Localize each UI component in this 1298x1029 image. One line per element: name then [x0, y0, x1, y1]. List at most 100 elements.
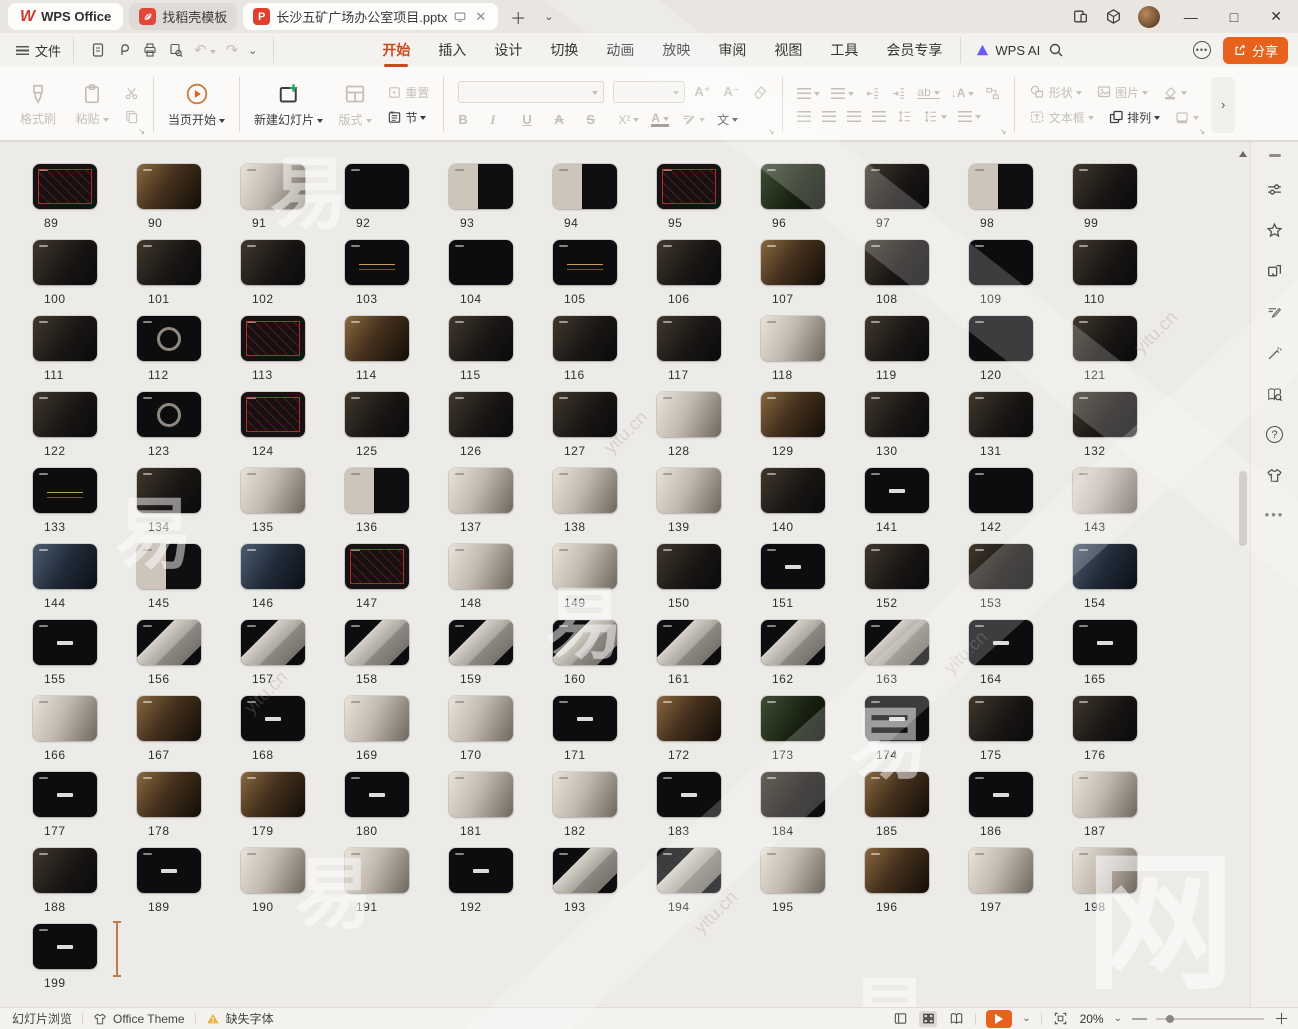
slide-thumbnail[interactable] — [1073, 240, 1137, 285]
picture-button[interactable]: 图片 — [1096, 84, 1148, 101]
slide-thumbnail[interactable] — [761, 240, 825, 285]
slide-thumbnail[interactable] — [241, 772, 305, 817]
slide-thumbnail[interactable] — [345, 848, 409, 893]
slide-thumbnail[interactable] — [241, 544, 305, 589]
new-slide-button[interactable]: 新建幻灯片 — [254, 82, 323, 128]
slide-thumbnail[interactable] — [1073, 544, 1137, 589]
ribbon-expand-button[interactable]: › — [1211, 77, 1235, 133]
scroll-up-icon[interactable] — [1239, 147, 1247, 157]
slide-thumbnail[interactable] — [969, 316, 1033, 361]
save-icon[interactable] — [90, 42, 106, 58]
slide-thumbnail[interactable] — [865, 544, 929, 589]
shape-fill-button[interactable] — [1162, 84, 1187, 100]
research-icon[interactable] — [1266, 385, 1284, 403]
slide-thumbnail[interactable] — [345, 316, 409, 361]
slide-thumbnail[interactable] — [553, 240, 617, 285]
strike-a-button[interactable]: A — [554, 112, 574, 127]
justify-icon[interactable] — [872, 111, 886, 122]
slide-thumbnail[interactable] — [345, 620, 409, 665]
slide-thumbnail[interactable] — [241, 848, 305, 893]
slide-thumbnail[interactable] — [33, 164, 97, 209]
close-window-button[interactable]: ✕ — [1262, 8, 1290, 25]
slide-thumbnail[interactable] — [345, 240, 409, 285]
menu-tab-视图[interactable]: 视图 — [762, 36, 814, 64]
assistant-icon[interactable]: ••• — [1193, 41, 1211, 59]
slide-thumbnail[interactable] — [553, 392, 617, 437]
pages-panel-icon[interactable] — [1266, 262, 1284, 280]
normal-view-button[interactable] — [891, 1011, 909, 1027]
zoom-out-button[interactable]: — — [1132, 1010, 1146, 1027]
menu-tab-审阅[interactable]: 审阅 — [706, 36, 758, 64]
slide-thumbnail[interactable] — [449, 620, 513, 665]
slide-thumbnail[interactable] — [1073, 316, 1137, 361]
present-to-screen-icon[interactable] — [453, 10, 467, 24]
slide-thumbnail[interactable] — [553, 848, 617, 893]
layout-button[interactable]: 版式 — [333, 82, 377, 128]
slide-thumbnail[interactable] — [865, 468, 929, 513]
slide-thumbnail[interactable] — [345, 392, 409, 437]
increase-font-icon[interactable]: A⁺ — [694, 84, 714, 100]
slide-thumbnail[interactable] — [241, 392, 305, 437]
play-options-chevron-icon[interactable]: ⌄ — [1022, 1013, 1030, 1024]
print-preview-icon[interactable] — [168, 42, 184, 58]
tab-document[interactable]: P 长沙五矿广场办公室项目.pptx ✕ — [243, 3, 498, 30]
font-name-combobox[interactable] — [458, 81, 604, 103]
menu-tab-放映[interactable]: 放映 — [650, 36, 702, 64]
cut-icon[interactable] — [124, 86, 139, 101]
slideshow-play-button[interactable] — [986, 1010, 1012, 1028]
slide-thumbnail[interactable] — [137, 848, 201, 893]
slide-thumbnail[interactable] — [865, 240, 929, 285]
signature-icon[interactable] — [1266, 303, 1284, 321]
slide-thumbnail[interactable] — [657, 696, 721, 741]
font-color-button[interactable]: A — [651, 112, 669, 127]
slide-thumbnail[interactable] — [969, 392, 1033, 437]
menu-tab-设计[interactable]: 设计 — [482, 36, 534, 64]
slide-thumbnail[interactable] — [449, 392, 513, 437]
slide-thumbnail[interactable] — [137, 164, 201, 209]
slide-thumbnail[interactable] — [1073, 772, 1137, 817]
slide-thumbnail[interactable] — [553, 544, 617, 589]
slide-thumbnail[interactable] — [449, 316, 513, 361]
format-painter-button[interactable]: 格式刷 — [16, 83, 60, 127]
italic-button[interactable]: I — [490, 112, 510, 128]
slide-thumbnail[interactable] — [761, 164, 825, 209]
slide-thumbnail[interactable] — [865, 164, 929, 209]
slide-thumbnail[interactable] — [969, 164, 1033, 209]
new-tab-button[interactable]: ＋ — [504, 5, 532, 29]
slide-thumbnail[interactable] — [241, 316, 305, 361]
menu-tab-切换[interactable]: 切换 — [538, 36, 590, 64]
slide-thumbnail[interactable] — [449, 696, 513, 741]
copy-icon[interactable] — [124, 109, 139, 124]
slide-thumbnail[interactable] — [1073, 392, 1137, 437]
theme-indicator[interactable]: Office Theme — [83, 1012, 195, 1026]
slide-thumbnail[interactable] — [657, 544, 721, 589]
slide-thumbnail[interactable] — [33, 392, 97, 437]
slide-thumbnail[interactable] — [865, 316, 929, 361]
slide-thumbnail[interactable] — [345, 164, 409, 209]
slide-thumbnail[interactable] — [657, 848, 721, 893]
increase-indent-icon[interactable] — [891, 86, 906, 101]
undo-icon[interactable]: ↶ — [194, 41, 216, 59]
vertical-scrollbar[interactable] — [1236, 142, 1250, 1007]
slide-thumbnail[interactable] — [553, 696, 617, 741]
slide-thumbnail[interactable] — [761, 696, 825, 741]
play-from-current-button[interactable]: 当页开始 — [168, 82, 225, 128]
font-size-combobox[interactable] — [613, 81, 685, 103]
character-spacing-button[interactable]: ab — [917, 87, 939, 99]
slide-thumbnail[interactable] — [449, 772, 513, 817]
slide-thumbnail[interactable] — [449, 468, 513, 513]
fit-to-window-button[interactable] — [1052, 1011, 1070, 1027]
redo-icon[interactable]: ↷ — [226, 41, 239, 59]
missing-font-warning[interactable]: 缺失字体 — [196, 1010, 284, 1027]
menu-tab-工具[interactable]: 工具 — [818, 36, 870, 64]
skin-theme-icon[interactable] — [1266, 466, 1284, 484]
zoom-in-button[interactable]: ＋ — [1274, 1008, 1288, 1029]
slide-thumbnail[interactable] — [865, 696, 929, 741]
slide-thumbnail[interactable] — [345, 696, 409, 741]
wps-ai-button[interactable]: WPS AI — [975, 43, 1040, 58]
highlight-color-button[interactable] — [681, 112, 705, 127]
zoom-level[interactable]: 20% — [1080, 1012, 1104, 1026]
slide-thumbnail[interactable] — [1073, 164, 1137, 209]
slide-thumbnail[interactable] — [137, 772, 201, 817]
slide-thumbnail[interactable] — [969, 772, 1033, 817]
